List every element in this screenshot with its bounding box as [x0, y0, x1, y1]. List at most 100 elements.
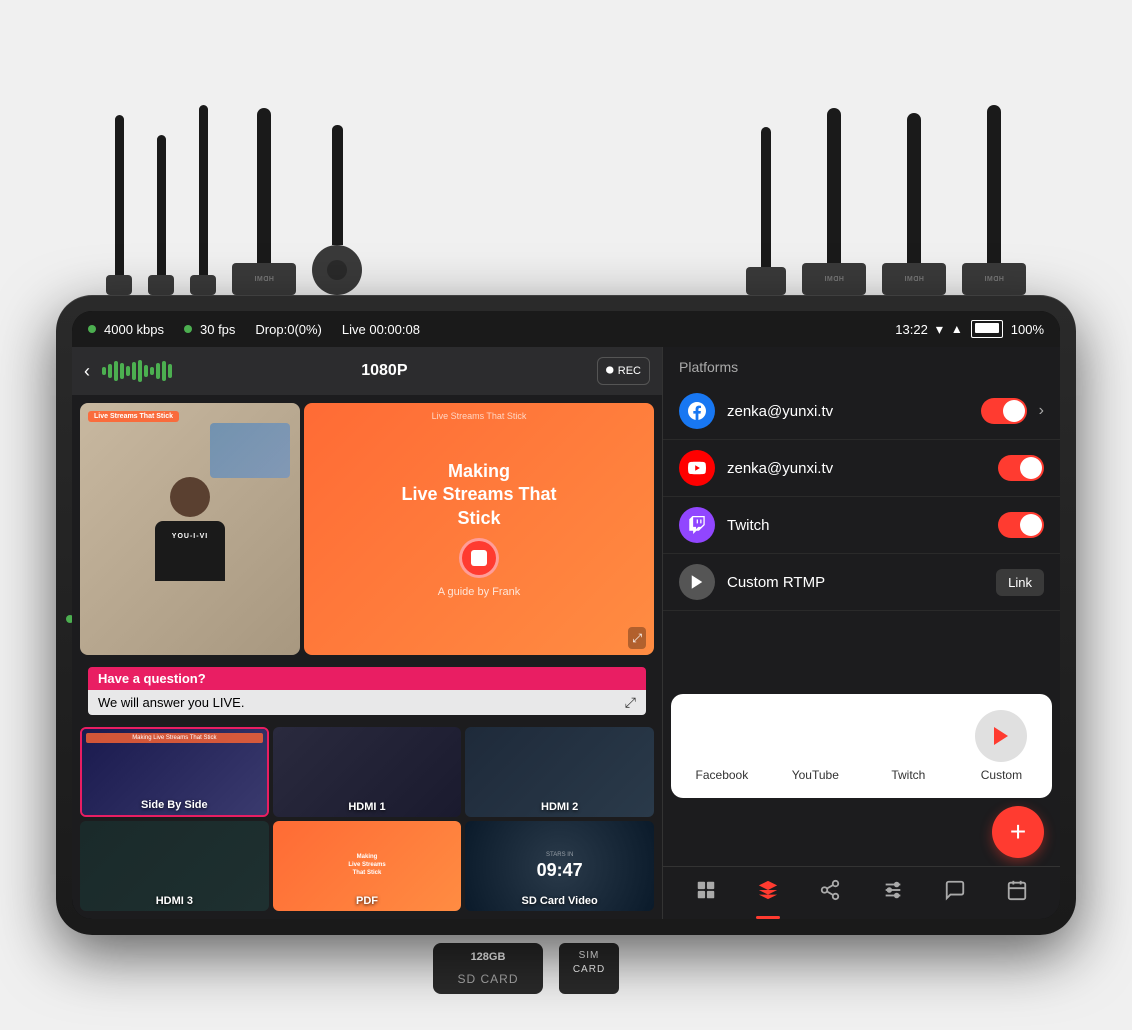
preview-right: Live Streams That Stick Making Live Stre… — [304, 403, 654, 655]
nav-layers[interactable] — [737, 875, 799, 911]
signal-icon: ▲ — [951, 322, 963, 336]
audio-bar-1 — [102, 367, 106, 375]
cable-group-left: HDMI — [106, 105, 362, 295]
selector-custom[interactable]: Custom — [975, 710, 1027, 782]
audio-bar-4 — [120, 363, 124, 379]
resolution-label: 1080P — [361, 362, 407, 380]
youtube-toggle[interactable] — [998, 455, 1044, 481]
stars-label: STARS IN — [546, 852, 573, 858]
nav-grid[interactable] — [675, 875, 737, 911]
expand-icon[interactable]: ⤢ — [628, 627, 646, 649]
question-bar: Have a question? — [88, 667, 646, 690]
selector-youtube[interactable]: YouTube — [789, 710, 841, 782]
cable-3 — [190, 105, 216, 295]
bottom-cards-area: 128GB SD CARD SIMCARD — [433, 943, 699, 994]
audio-bar-8 — [144, 365, 148, 377]
thumb-hdmi2[interactable]: HDMI 2 — [465, 727, 654, 817]
sim-label: SIMCARD — [569, 949, 609, 977]
preview-subtitle: A guide by Frank — [438, 586, 521, 598]
status-bar: 4000 kbps 30 fps Drop:0(0%) Live 00:00:0… — [72, 311, 1060, 347]
audio-bar-3 — [114, 361, 118, 381]
add-platform-button[interactable]: + — [992, 806, 1044, 858]
layers-icon — [757, 879, 779, 907]
audio-bar-12 — [168, 364, 172, 378]
preview-left: YOU-I-VI Live Streams That Stick — [80, 403, 300, 655]
audio-bar-10 — [156, 363, 160, 379]
selector-youtube-label: YouTube — [792, 768, 839, 782]
rec-label: REC — [618, 365, 641, 377]
main-area: ‹ — [72, 347, 1060, 919]
bitrate-value: 4000 kbps — [104, 322, 164, 337]
sd-capacity: 128GB — [449, 951, 527, 972]
thumb-side-by-side[interactable]: Making Live Streams That Stick Side By S… — [80, 727, 269, 817]
audio-bar-5 — [126, 366, 130, 376]
facebook-icon — [679, 393, 715, 429]
thumb-label-1: Side By Side — [82, 799, 267, 811]
fps-value: 30 fps — [200, 322, 235, 337]
platform-facebook: zenka@yunxi.tv › — [663, 383, 1060, 440]
right-panel: Platforms zenka@yunxi.tv — [662, 347, 1060, 919]
grid-icon — [695, 879, 717, 907]
thumb-label-5: PDF — [273, 895, 462, 907]
nav-share[interactable] — [799, 875, 861, 911]
shirt-text: YOU-I-VI — [155, 521, 225, 540]
settings-icon — [882, 879, 904, 907]
selector-custom-icon — [975, 710, 1027, 762]
calendar-icon — [1006, 879, 1028, 907]
cable-1 — [106, 115, 132, 295]
custom-icon — [679, 564, 715, 600]
clock: 13:22 — [895, 322, 928, 337]
nav-settings[interactable] — [862, 875, 924, 911]
thumb-sdcard[interactable]: STARS IN 09:47 SD Card Video — [465, 821, 654, 911]
preview-overlay-label: Live Streams That Stick — [320, 411, 638, 421]
answer-text: We will answer you LIVE. — [98, 695, 244, 710]
rec-button[interactable]: ⏺ REC — [597, 357, 650, 385]
selector-twitch[interactable]: Twitch — [882, 710, 934, 782]
audio-bar-6 — [132, 362, 136, 380]
link-button[interactable]: Link — [996, 569, 1044, 596]
facebook-toggle[interactable] — [981, 398, 1027, 424]
thumb-label-4: HDMI 3 — [80, 895, 269, 907]
thumb-hdmi1[interactable]: HDMI 1 — [273, 727, 462, 817]
thumb-hdmi3[interactable]: HDMI 3 — [80, 821, 269, 911]
person-figure: YOU-I-VI — [155, 477, 225, 581]
cable-hdmi-3: HDMI — [962, 105, 1026, 295]
twitch-toggle[interactable] — [998, 512, 1044, 538]
back-button[interactable]: ‹ — [84, 361, 90, 382]
platform-youtube: zenka@yunxi.tv — [663, 440, 1060, 497]
bitrate-dot — [88, 325, 96, 333]
thumb-pdf[interactable]: MakingLive StreamsThat Stick PDF — [273, 821, 462, 911]
facebook-chevron[interactable]: › — [1039, 402, 1044, 420]
chat-icon — [944, 879, 966, 907]
record-circle-icon — [459, 538, 499, 578]
add-icon: + — [1010, 818, 1026, 846]
selector-facebook[interactable]: Facebook — [696, 710, 749, 782]
preview-overlay-text: Live Streams That Stick — [88, 411, 179, 422]
expand-icon-answer[interactable]: ⤢ — [625, 694, 636, 711]
selector-custom-label: Custom — [981, 768, 1022, 782]
selector-facebook-icon — [696, 710, 748, 762]
audio-bar-7 — [138, 360, 142, 382]
sd-card: 128GB SD CARD — [433, 943, 543, 994]
platform-selector-popup: Facebook YouTube — [671, 694, 1052, 798]
cable-4-hdmi: HDMI — [232, 108, 296, 295]
cable-2 — [148, 135, 174, 295]
fps-dot — [184, 325, 192, 333]
wifi-icon: ▾ — [936, 321, 943, 338]
battery-value: 100% — [1011, 322, 1044, 337]
youtube-icon — [679, 450, 715, 486]
nav-chat[interactable] — [924, 875, 986, 911]
person-body: YOU-I-VI — [155, 521, 225, 581]
sd-label: SD CARD — [449, 972, 527, 986]
cable-group-right: HDMI HDMI HDMI — [746, 105, 1026, 295]
nav-calendar[interactable] — [986, 875, 1048, 911]
thumb-label-6: SD Card Video — [465, 895, 654, 907]
live-time: Live 00:00:08 — [342, 322, 420, 337]
platform-custom: Custom RTMP Link — [663, 554, 1060, 611]
left-panel: ‹ — [72, 347, 662, 919]
thumb-label-2: HDMI 1 — [273, 801, 462, 813]
selector-twitch-label: Twitch — [891, 768, 925, 782]
bottom-navigation — [663, 866, 1060, 919]
custom-rtmp-name: Custom RTMP — [727, 574, 984, 591]
cables-top: HDMI HDMI — [66, 15, 1066, 295]
